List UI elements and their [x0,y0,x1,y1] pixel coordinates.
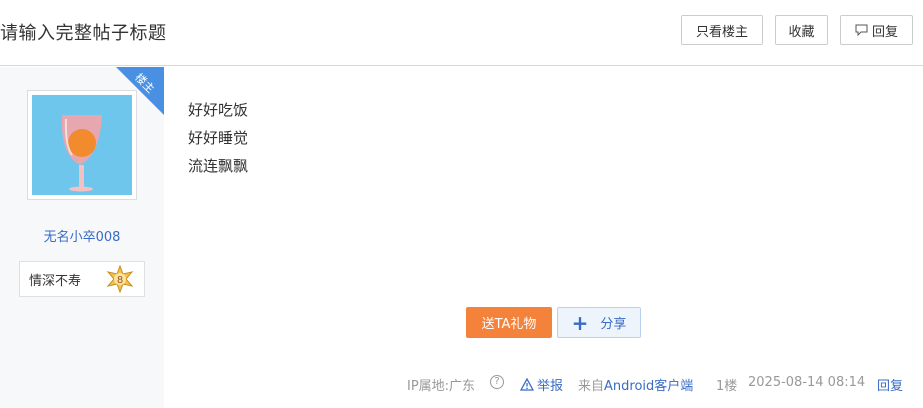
post-datetime: 2025-08-14 08:14 [748,375,866,390]
comment-icon [855,24,868,36]
report-label: 举报 [537,379,564,394]
reply-button[interactable]: 回复 [840,15,913,45]
post-header: 请输入完整帖子标题 只看楼主 收藏 回复 [0,0,923,66]
post-title: 请输入完整帖子标题 [0,23,167,44]
avatar[interactable] [27,90,137,200]
from-prefix: 来自 [578,379,605,394]
post-line: 流连飘飘 [188,157,249,175]
badge-text: 情深不寿 [29,273,82,289]
send-gift-button[interactable]: 送TA礼物 [466,307,552,338]
post-content: 好好吃饭 好好睡觉 流连飘飘 [188,96,248,180]
post-line: 好好吃饭 [188,101,249,119]
username-link[interactable]: 无名小卒008 [0,226,164,245]
floor-reply-link[interactable]: 回复 [877,375,903,394]
plus-icon: + [571,310,589,335]
member-badge[interactable]: 情深不寿 8 [19,261,145,297]
report-link[interactable]: 举报 [520,375,563,394]
ip-location: IP属地:广东 [407,379,476,394]
share-button[interactable]: + 分享 [557,307,641,338]
help-icon[interactable]: ? [490,375,504,389]
only-louzhu-button[interactable]: 只看楼主 [681,15,763,45]
reply-button-label: 回复 [871,24,898,40]
floor-number: 1楼 [716,379,738,394]
client-source: 来自Android客户端 [578,375,693,394]
drink-glass-icon [61,115,102,192]
avatar-image [32,95,132,195]
share-label: 分享 [600,317,627,332]
collect-button[interactable]: 收藏 [775,15,828,45]
post-line: 好好睡觉 [188,129,249,147]
warning-icon [520,378,534,391]
level-number: 8 [117,275,123,286]
client-link[interactable]: Android客户端 [604,379,693,394]
level-star-icon: 8 [106,264,134,297]
